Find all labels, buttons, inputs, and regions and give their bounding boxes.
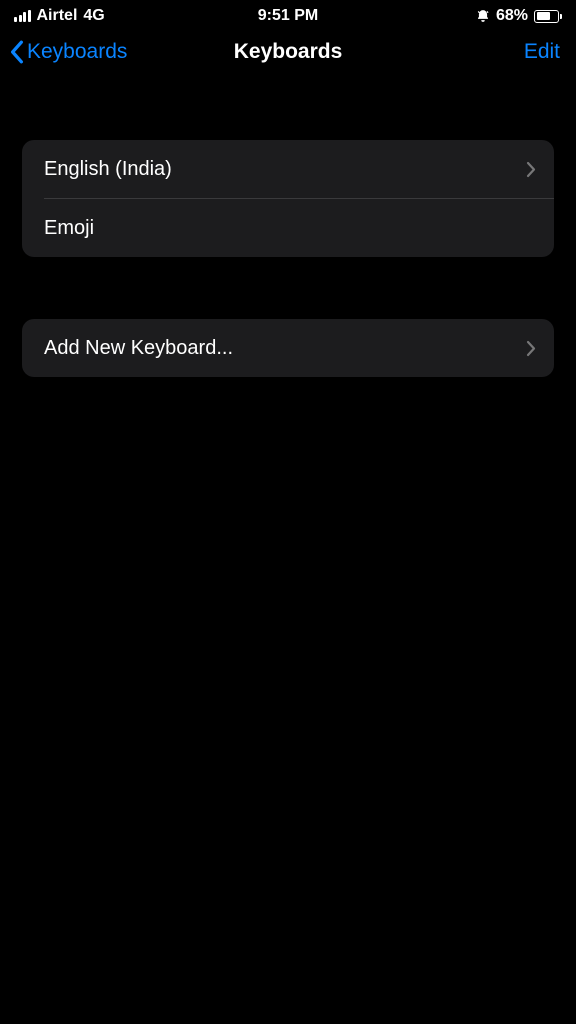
add-keyboard-label: Add New Keyboard... bbox=[44, 337, 233, 360]
carrier-label: Airtel bbox=[37, 7, 78, 25]
keyboard-list-group: English (India) Emoji bbox=[22, 140, 554, 257]
back-label: Keyboards bbox=[27, 40, 127, 64]
battery-icon bbox=[534, 10, 562, 23]
chevron-right-icon bbox=[526, 340, 536, 357]
chevron-left-icon bbox=[10, 40, 24, 64]
page-title: Keyboards bbox=[234, 40, 343, 64]
edit-button[interactable]: Edit bbox=[524, 40, 560, 64]
keyboard-row-emoji[interactable]: Emoji bbox=[22, 199, 554, 257]
add-keyboard-button[interactable]: Add New Keyboard... bbox=[22, 319, 554, 377]
status-right: 68% bbox=[476, 7, 562, 25]
signal-icon bbox=[14, 10, 31, 22]
battery-percent: 68% bbox=[496, 7, 528, 25]
nav-bar: Keyboards Keyboards Edit bbox=[0, 30, 576, 78]
add-keyboard-group: Add New Keyboard... bbox=[22, 319, 554, 377]
status-time: 9:51 PM bbox=[258, 7, 318, 25]
status-bar: Airtel 4G 9:51 PM 68% bbox=[0, 0, 576, 30]
status-left: Airtel 4G bbox=[14, 7, 105, 25]
alarm-icon bbox=[476, 9, 490, 23]
chevron-right-icon bbox=[526, 161, 536, 178]
keyboard-label: English (India) bbox=[44, 158, 172, 181]
keyboard-label: Emoji bbox=[44, 217, 94, 240]
keyboard-row-english[interactable]: English (India) bbox=[22, 140, 554, 198]
content-area: English (India) Emoji Add New Keyboard..… bbox=[0, 78, 576, 377]
network-label: 4G bbox=[83, 7, 104, 25]
back-button[interactable]: Keyboards bbox=[10, 40, 127, 64]
